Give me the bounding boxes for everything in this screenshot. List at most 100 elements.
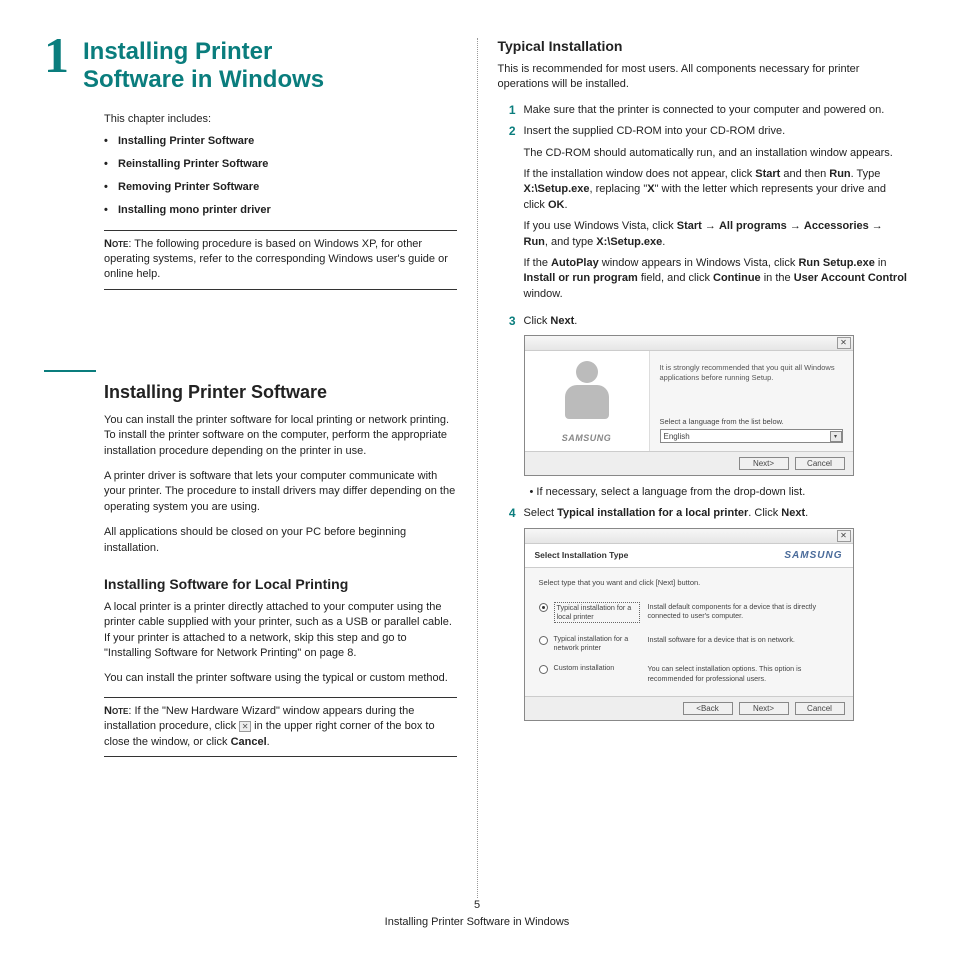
t: . Type bbox=[851, 168, 881, 180]
next-button[interactable]: Next> bbox=[739, 702, 789, 715]
t: in bbox=[875, 257, 887, 269]
close-icon[interactable]: ✕ bbox=[837, 530, 851, 542]
close-icon[interactable]: ✕ bbox=[837, 337, 851, 349]
dialog2-instruction: Select type that you want and click [Nex… bbox=[539, 578, 839, 587]
step-body: Select Typical installation for a local … bbox=[524, 506, 911, 521]
dialog1-sidebar: SAMSUNG bbox=[525, 351, 650, 451]
bullet-item: Removing Printer Software bbox=[104, 181, 457, 193]
radio-button[interactable] bbox=[539, 603, 548, 612]
next-word: Next bbox=[550, 315, 574, 327]
install-option-local: Typical installation for a local printer… bbox=[539, 597, 839, 628]
cancel-word: Cancel bbox=[231, 736, 267, 748]
t: window. bbox=[524, 288, 563, 300]
t: field, and click bbox=[638, 272, 713, 284]
language-dropdown[interactable]: English ▾ bbox=[660, 429, 843, 443]
bullet-item: Installing mono printer driver bbox=[104, 204, 457, 216]
dialog-footer: <Back Next> Cancel bbox=[525, 696, 853, 720]
this-chapter-label: This chapter includes: bbox=[104, 113, 457, 125]
step2-line-e: If the AutoPlay window appears in Window… bbox=[524, 256, 911, 302]
chapter-header: 1 Installing Printer Software in Windows bbox=[44, 38, 457, 95]
paragraph: You can install the printer software for… bbox=[104, 413, 457, 459]
step-1: 1 Make sure that the printer is connecte… bbox=[498, 103, 911, 118]
install-option-custom: Custom installation You can select insta… bbox=[539, 659, 839, 688]
t: If the bbox=[524, 257, 552, 269]
step-body: Click Next. bbox=[524, 314, 911, 329]
section-body: You can install the printer software for… bbox=[104, 413, 457, 757]
chapter-number: 1 bbox=[44, 34, 69, 77]
t: If the installation window does not appe… bbox=[524, 168, 756, 180]
chevron-down-icon[interactable]: ▾ bbox=[830, 431, 842, 442]
t: . bbox=[564, 199, 567, 211]
radio-button[interactable] bbox=[539, 665, 548, 674]
close-icon: ✕ bbox=[239, 721, 251, 732]
bullet-item: Reinstalling Printer Software bbox=[104, 158, 457, 170]
cancel-button[interactable]: Cancel bbox=[795, 702, 845, 715]
step-number: 4 bbox=[498, 506, 516, 521]
radio-button[interactable] bbox=[539, 636, 548, 645]
bullet-item: Installing Printer Software bbox=[104, 135, 457, 147]
right-column: Typical Installation This is recommended… bbox=[480, 38, 911, 898]
note-end: . bbox=[267, 736, 270, 748]
dlg1-note-bullet: If necessary, select a language from the… bbox=[498, 486, 911, 498]
step-number: 3 bbox=[498, 314, 516, 329]
setup-path: X:\Setup.exe bbox=[596, 236, 662, 248]
option-description: Install default components for a device … bbox=[640, 602, 839, 621]
option-label[interactable]: Typical installation for a network print… bbox=[554, 635, 640, 652]
t: . bbox=[805, 507, 808, 519]
next-button[interactable]: Next> bbox=[739, 457, 789, 470]
option-label[interactable]: Custom installation bbox=[554, 664, 640, 673]
install-option-network: Typical installation for a network print… bbox=[539, 630, 839, 657]
setup-path: X:\Setup.exe bbox=[524, 183, 590, 195]
dialog-titlebar: ✕ bbox=[525, 336, 853, 351]
dialog-footer: Next> Cancel bbox=[525, 451, 853, 475]
t: window appears in Windows Vista, click bbox=[599, 257, 799, 269]
step-number: 1 bbox=[498, 103, 516, 118]
note-text: : The following procedure is based on Wi… bbox=[104, 238, 448, 281]
page-columns: 1 Installing Printer Software in Windows… bbox=[44, 38, 910, 898]
typical-install-phrase: Typical installation for a local printer bbox=[557, 507, 748, 519]
samsung-logo: SAMSUNG bbox=[562, 433, 612, 443]
t: Click bbox=[524, 315, 551, 327]
t: , and type bbox=[545, 236, 596, 248]
paragraph: You can install the printer software usi… bbox=[104, 671, 457, 686]
run-word: Run bbox=[829, 168, 850, 180]
back-button[interactable]: <Back bbox=[683, 702, 733, 715]
paragraph: All applications should be closed on you… bbox=[104, 525, 457, 556]
note-label: Note bbox=[104, 238, 128, 250]
step-2: 2 Insert the supplied CD-ROM into your C… bbox=[498, 124, 911, 308]
arrow: → bbox=[869, 220, 883, 232]
chapter-title-line2: Software in Windows bbox=[83, 66, 324, 93]
step2-line-c: If the installation window does not appe… bbox=[524, 167, 911, 213]
page-footer: 5 Installing Printer Software in Windows bbox=[0, 897, 954, 930]
chapter-title: Installing Printer Software in Windows bbox=[83, 38, 324, 95]
next-word: Next bbox=[781, 507, 805, 519]
typical-install-intro: This is recommended for most users. All … bbox=[498, 62, 911, 93]
dialog2-body: Select type that you want and click [Nex… bbox=[525, 568, 853, 696]
t: . bbox=[662, 236, 665, 248]
accessories-word: Accessories bbox=[804, 220, 869, 232]
step2-line-a: Insert the supplied CD-ROM into your CD-… bbox=[524, 124, 911, 139]
installer-dialog-2: ✕ Select Installation Type SAMSUNG Selec… bbox=[524, 528, 854, 721]
paragraph: A local printer is a printer directly at… bbox=[104, 600, 457, 662]
x-letter: X bbox=[647, 183, 654, 195]
typical-install-heading: Typical Installation bbox=[498, 38, 911, 54]
step-number: 2 bbox=[498, 124, 516, 308]
t: and then bbox=[780, 168, 829, 180]
dialog1-body: SAMSUNG It is strongly recommended that … bbox=[525, 351, 853, 451]
option-description: You can select installation options. Thi… bbox=[640, 664, 839, 683]
t: . Click bbox=[748, 507, 781, 519]
left-column: 1 Installing Printer Software in Windows… bbox=[44, 38, 475, 898]
footer-title: Installing Printer Software in Windows bbox=[0, 914, 954, 931]
subsection-heading: Installing Software for Local Printing bbox=[104, 576, 457, 592]
language-label: Select a language from the list below. bbox=[660, 417, 843, 426]
runsetup-word: Run Setup.exe bbox=[798, 257, 874, 269]
column-divider bbox=[477, 38, 478, 898]
uac-word: User Account Control bbox=[794, 272, 907, 284]
note-label: Note bbox=[104, 705, 128, 717]
t: If you use Windows Vista, click bbox=[524, 220, 677, 232]
paragraph: A printer driver is software that lets y… bbox=[104, 469, 457, 515]
option-label[interactable]: Typical installation for a local printer bbox=[554, 602, 640, 623]
step2-line-b: The CD-ROM should automatically run, and… bbox=[524, 146, 911, 161]
continue-word: Continue bbox=[713, 272, 761, 284]
cancel-button[interactable]: Cancel bbox=[795, 457, 845, 470]
